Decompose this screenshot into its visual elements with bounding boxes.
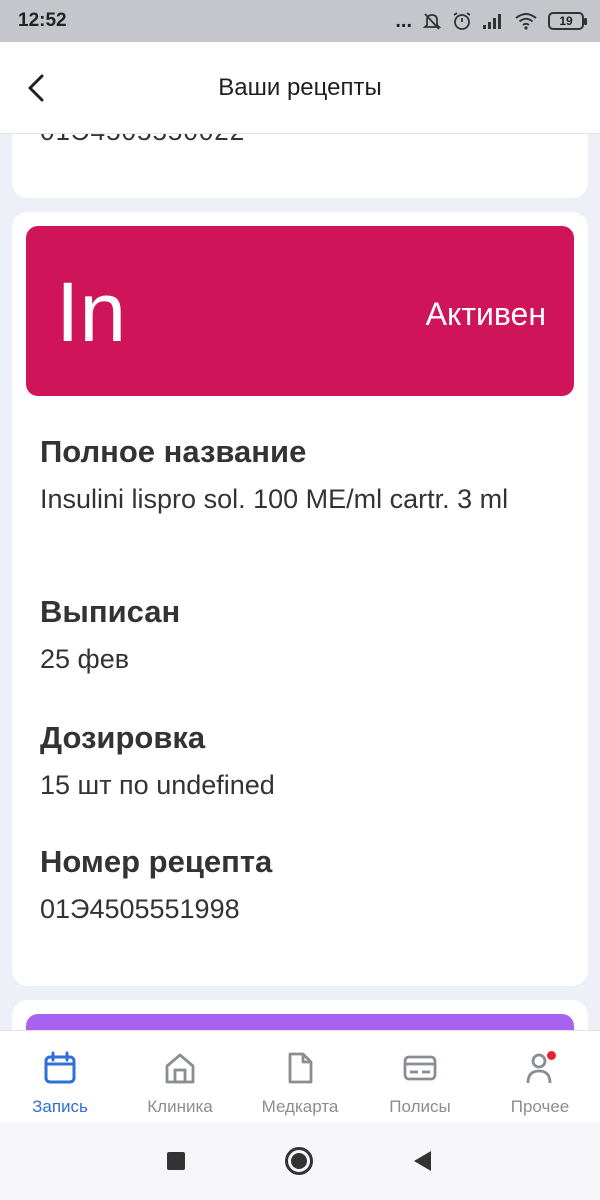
battery-level: 19 [559,14,573,28]
field-full-name: Полное название Insulini lispro sol. 100… [40,434,560,518]
nav-label: Прочее [510,1097,570,1116]
prescription-card-next[interactable] [12,1000,588,1030]
status-bar: 12:52 ... 19 [0,0,600,42]
prescriptions-list[interactable]: 01Э4505550022 In Активен Полное название… [0,134,600,1030]
field-label: Номер рецепта [40,844,273,879]
nav-item-other[interactable]: Прочее [480,1031,600,1122]
status-dots: ... [395,9,412,32]
wifi-icon [515,13,537,30]
system-nav-bar [0,1122,600,1200]
next-prescription-banner [26,1014,574,1030]
field-value: 01Э4505551998 [40,894,240,924]
back-button[interactable] [18,70,54,106]
signal-icon [483,14,501,29]
battery-icon: 19 [548,12,587,30]
field-dosage: Дозировка 15 шт по undefined [40,720,560,804]
nav-item-appointment[interactable]: Запись [0,1031,120,1122]
field-value: 25 фев [40,644,130,674]
field-label: Выписан [40,594,181,629]
field-prescription-number: Номер рецепта 01Э4505551998 [40,844,560,928]
home-circle-icon [285,1147,313,1175]
prescription-card[interactable]: In Активен Полное название Insulini lisp… [12,212,588,986]
home-button[interactable] [284,1146,314,1176]
nav-item-policies[interactable]: Полисы [360,1031,480,1122]
previous-prescription-number: 01Э4505550022 [40,134,245,147]
nav-item-medical-record[interactable]: Медкарта [240,1031,360,1122]
system-back-button[interactable] [407,1146,437,1176]
bottom-nav: Запись Клиника Медкарта Полисы Прочее [0,1030,600,1122]
nav-label: Медкарта [261,1097,339,1116]
nav-label: Полисы [389,1097,451,1116]
calendar-icon [42,1049,78,1087]
status-icons: ... 19 [395,9,587,33]
status-time: 12:52 [18,10,67,31]
page-title: Ваши рецепты [218,73,382,101]
field-label: Полное название [40,434,307,469]
nav-label: Клиника [147,1097,213,1116]
card-icon [402,1049,438,1087]
drug-abbreviation: In [56,265,127,359]
document-icon [282,1049,318,1087]
clinic-icon [162,1049,198,1087]
status-badge: Активен [425,296,546,332]
field-value: 15 шт по undefined [40,770,275,800]
chevron-left-icon [28,74,44,102]
person-icon [522,1049,558,1087]
square-icon [167,1152,185,1170]
triangle-back-icon [414,1151,431,1171]
recent-apps-button[interactable] [161,1146,191,1176]
prescription-banner: In Активен [26,226,574,396]
field-label: Дозировка [40,720,206,755]
notification-dot [547,1051,556,1060]
field-value: Insulini lispro sol. 100 ME/ml cartr. 3 … [40,484,509,514]
nav-label: Запись [32,1097,88,1116]
bell-muted-icon [422,13,442,30]
app-header: Ваши рецепты [0,42,600,134]
alarm-icon [453,12,471,30]
prescription-card-previous[interactable]: 01Э4505550022 [12,134,588,198]
field-issued: Выписан 25 фев [40,594,560,678]
nav-item-clinic[interactable]: Клиника [120,1031,240,1122]
